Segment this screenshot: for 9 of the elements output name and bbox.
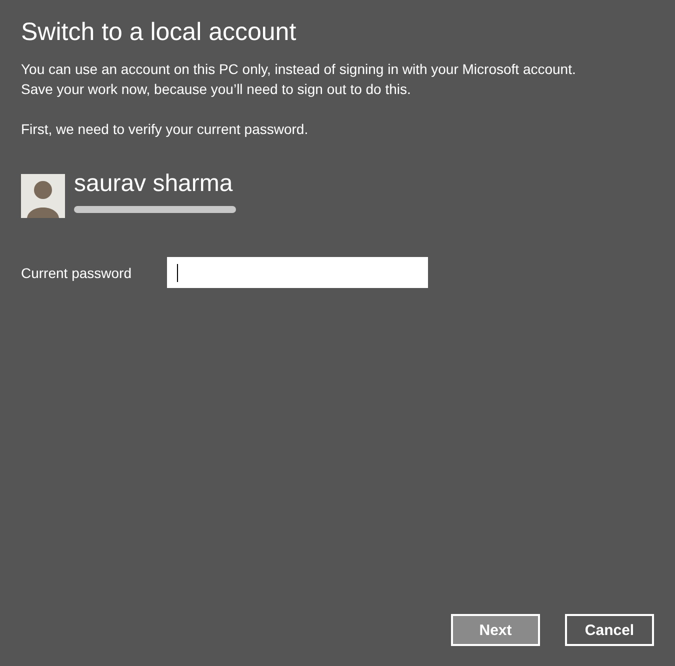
dialog-title: Switch to a local account: [21, 17, 298, 48]
cancel-button[interactable]: Cancel: [565, 614, 654, 646]
field-label: Current password: [21, 264, 132, 280]
intro-text: You can use an account on this PC only, instead of signing in with your Microsoft account.: [21, 60, 577, 79]
password-field[interactable]: [167, 257, 428, 288]
intro-text: Save your work now, because you’ll need to sign out to do this.: [21, 80, 412, 99]
account-name: saurav sharma: [74, 171, 234, 197]
avatar-icon: [21, 174, 65, 218]
verify-note: First, we need to verify your current password.: [21, 120, 310, 139]
